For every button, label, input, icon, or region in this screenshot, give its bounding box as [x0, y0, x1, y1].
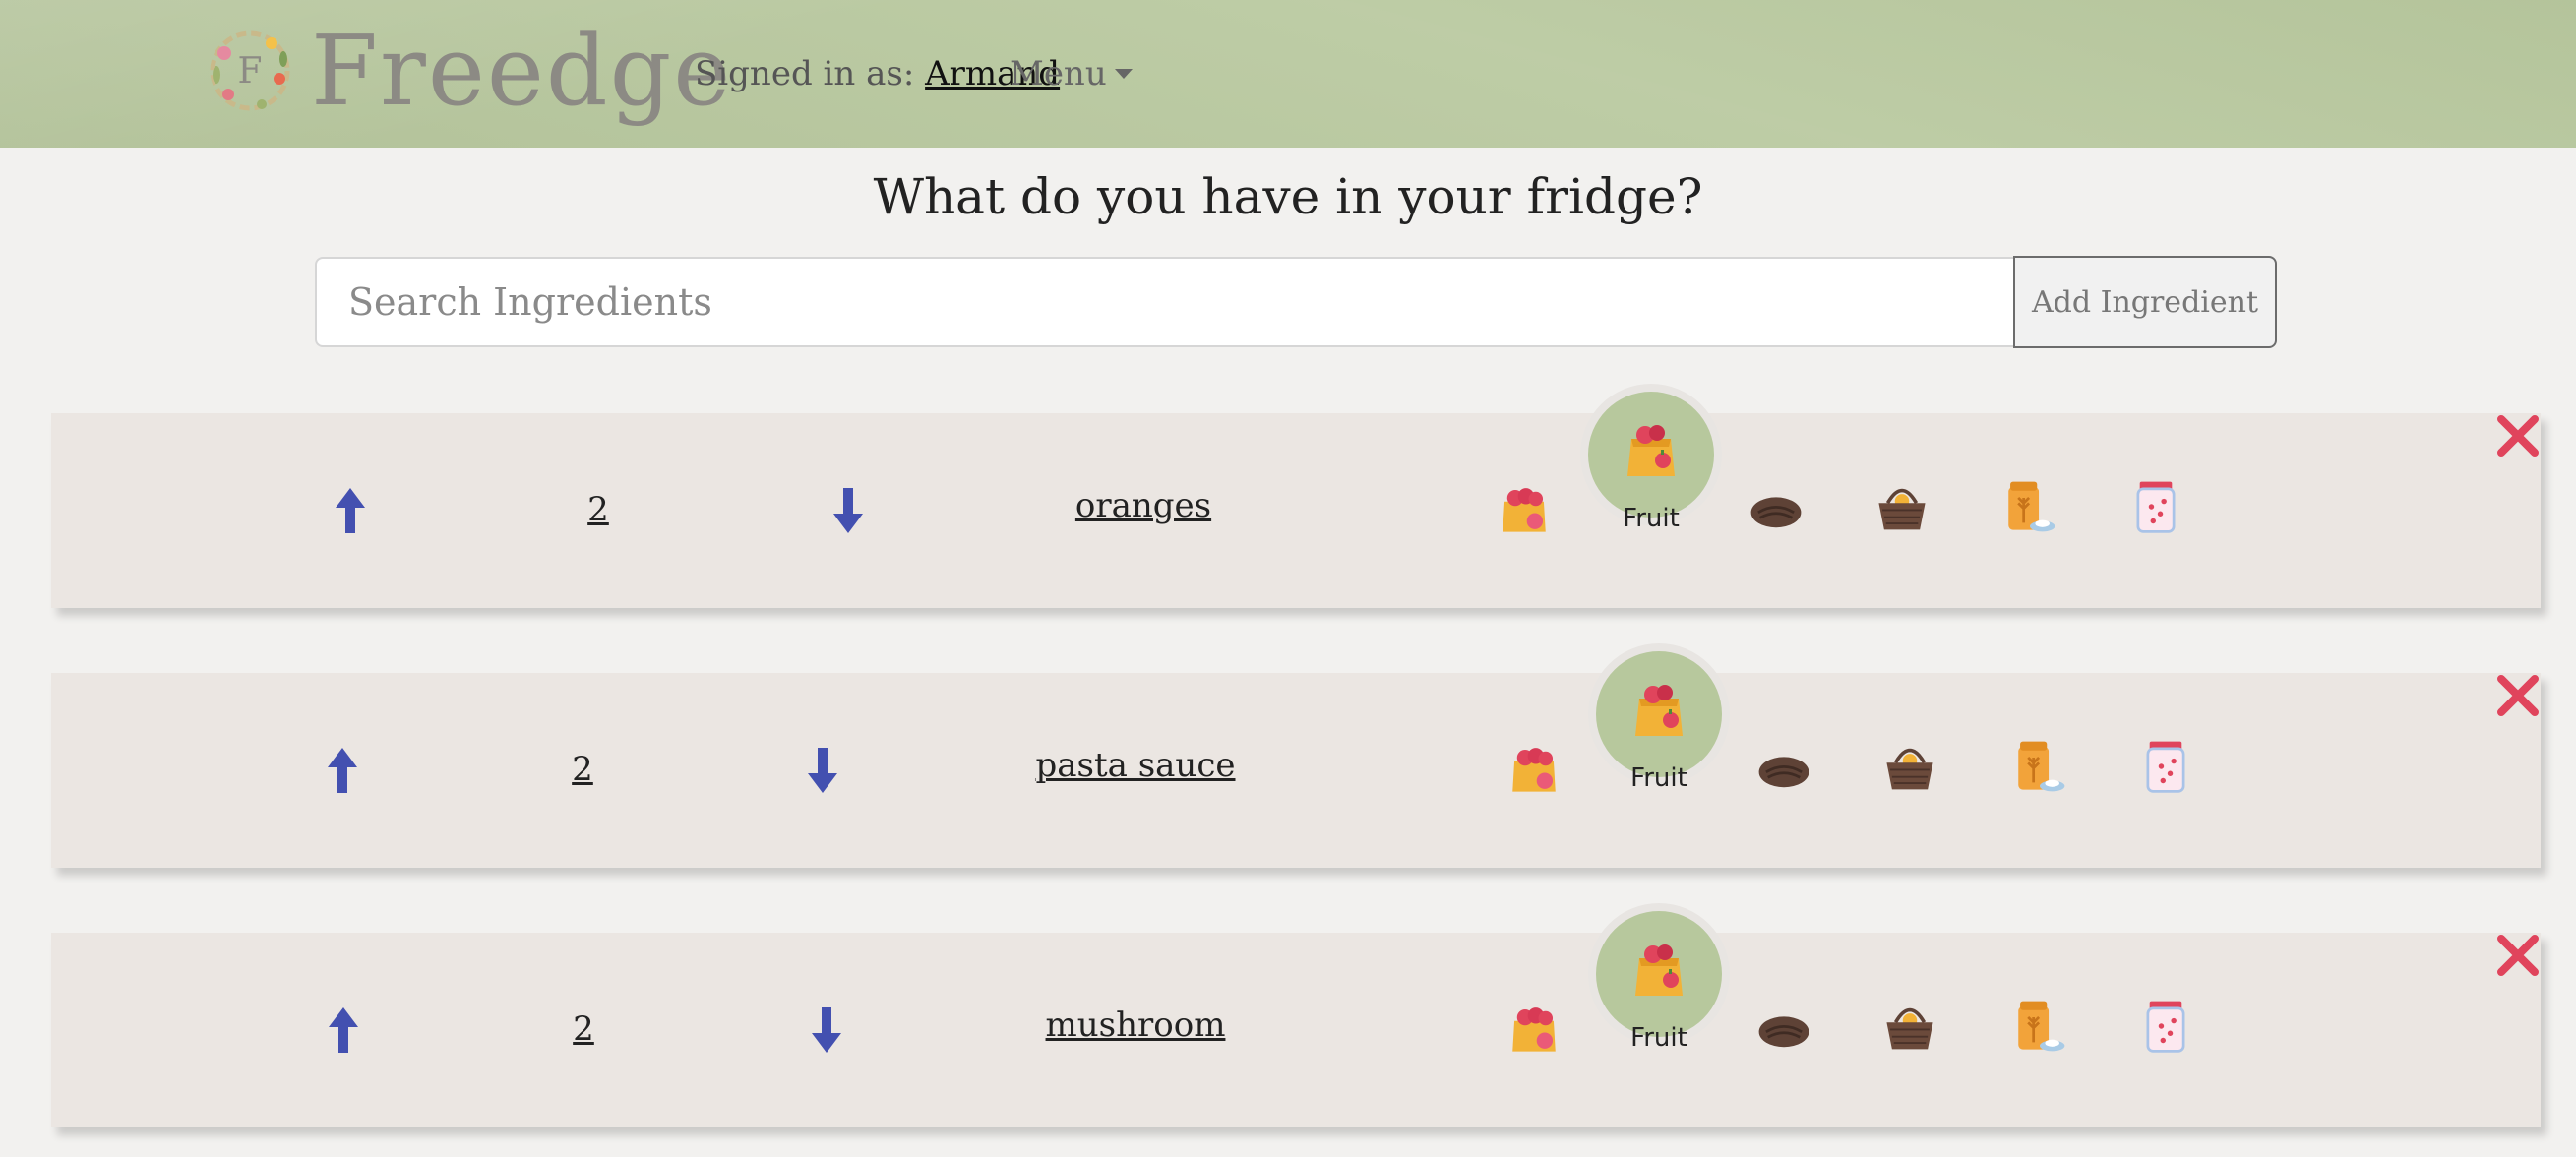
bread-basket-icon[interactable] [1873, 476, 1931, 533]
selected-category[interactable]: Fruit [1588, 643, 1730, 793]
ingredient-row: 2 oranges Fruit [51, 384, 2541, 608]
ingredient-name[interactable]: pasta sauce [968, 738, 1303, 793]
fruit-bag-icon [1629, 937, 1688, 1000]
bread-basket-icon[interactable] [1881, 996, 1938, 1053]
page-title: What do you have in your fridge? [873, 168, 1703, 225]
ingredient-row: 2 pasta sauce Fruit [51, 643, 2541, 868]
grain-icon[interactable] [2011, 998, 2068, 1055]
delete-x-icon[interactable] [2495, 413, 2541, 458]
selected-category[interactable]: Fruit [1580, 384, 1722, 533]
category-label: Fruit [1630, 1023, 1687, 1053]
search-ingredients-input[interactable] [315, 257, 2013, 347]
jam-jar-icon[interactable] [2137, 738, 2194, 795]
add-ingredient-button[interactable]: Add Ingredient [2013, 256, 2277, 348]
fruit-bag-icon [1629, 677, 1688, 740]
signed-in-text: Signed in as: Armand [695, 53, 1060, 94]
category-label: Fruit [1623, 504, 1680, 533]
vegetable-bag-icon[interactable] [1505, 740, 1563, 797]
brand-name[interactable]: Freedge [311, 8, 732, 136]
meat-icon[interactable] [1748, 482, 1805, 539]
menu-label: Menu [1010, 54, 1107, 93]
delete-x-icon[interactable] [2495, 673, 2541, 718]
meat-icon[interactable] [1755, 1002, 1812, 1059]
arrow-up-icon[interactable] [328, 748, 357, 793]
meat-icon[interactable] [1755, 742, 1812, 799]
quantity-value[interactable]: 2 [553, 744, 612, 795]
wreath-logo-icon[interactable]: F [203, 24, 297, 118]
bread-basket-icon[interactable] [1881, 736, 1938, 793]
delete-x-icon[interactable] [2495, 933, 2541, 978]
quantity-value[interactable]: 2 [554, 1004, 613, 1055]
selected-category[interactable]: Fruit [1588, 903, 1730, 1053]
jam-jar-icon[interactable] [2137, 998, 2194, 1055]
grain-icon[interactable] [2001, 478, 2058, 535]
menu-dropdown[interactable]: Menu [1010, 53, 1133, 94]
vegetable-bag-icon[interactable] [1505, 1000, 1563, 1057]
arrow-down-icon[interactable] [812, 1007, 841, 1053]
category-label: Fruit [1630, 763, 1687, 793]
signed-in-label: Signed in as: [695, 54, 915, 93]
arrow-up-icon[interactable] [329, 1007, 358, 1053]
fruit-bag-icon [1622, 417, 1681, 480]
caret-down-icon [1114, 69, 1133, 79]
grain-icon[interactable] [2011, 738, 2068, 795]
ingredient-name[interactable]: oranges [976, 478, 1311, 533]
ingredient-name[interactable]: mushroom [968, 998, 1303, 1053]
vegetable-bag-icon[interactable] [1496, 480, 1553, 537]
jam-jar-icon[interactable] [2127, 478, 2184, 535]
arrow-down-icon[interactable] [808, 748, 837, 793]
quantity-value[interactable]: 2 [569, 484, 628, 535]
ingredient-row: 2 mushroom Fruit [51, 903, 2541, 1127]
arrow-down-icon[interactable] [833, 488, 863, 533]
arrow-up-icon[interactable] [336, 488, 365, 533]
navbar: F Freedge Signed in as: Armand Menu [0, 0, 2576, 148]
svg-text:F: F [238, 51, 263, 91]
